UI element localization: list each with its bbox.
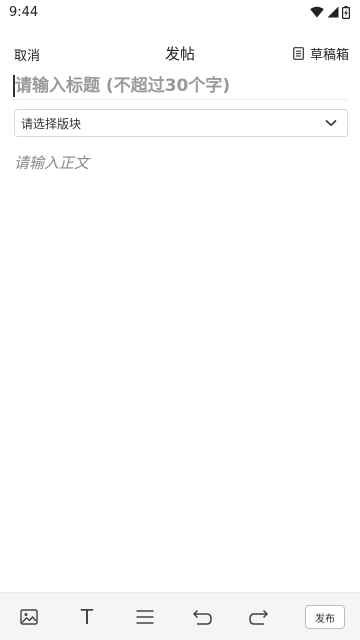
publish-button[interactable]: 发布	[305, 605, 345, 629]
post-body-input[interactable]	[14, 152, 346, 582]
board-select[interactable]: 请选择版块	[14, 109, 348, 137]
drafts-button[interactable]: 草稿箱	[293, 44, 349, 63]
list-button[interactable]	[133, 605, 157, 629]
undo-button[interactable]	[190, 605, 214, 629]
cellular-signal-icon	[327, 6, 339, 18]
text-format-button[interactable]: T	[75, 605, 99, 629]
drafts-icon	[293, 47, 304, 60]
image-icon	[20, 609, 38, 625]
editor-toolbar: T 发布	[0, 592, 360, 640]
text-format-icon: T	[80, 605, 94, 629]
status-bar: 9:44	[0, 0, 360, 24]
post-title-row	[12, 72, 348, 100]
post-title-input[interactable]	[12, 72, 348, 100]
list-icon	[136, 610, 154, 624]
cancel-button[interactable]: 取消	[14, 45, 40, 64]
app-header: 取消 发帖 草稿箱	[0, 40, 360, 68]
insert-image-button[interactable]	[17, 605, 41, 629]
status-time: 9:44	[9, 4, 39, 20]
undo-icon	[192, 609, 212, 625]
wifi-icon	[310, 6, 324, 18]
status-icons	[310, 5, 350, 19]
battery-icon	[342, 5, 350, 19]
board-select-label: 请选择版块	[21, 116, 82, 131]
redo-button[interactable]	[247, 605, 271, 629]
drafts-label: 草稿箱	[309, 48, 349, 63]
text-cursor	[13, 75, 15, 97]
redo-icon	[249, 609, 269, 625]
chevron-down-icon	[325, 119, 337, 127]
